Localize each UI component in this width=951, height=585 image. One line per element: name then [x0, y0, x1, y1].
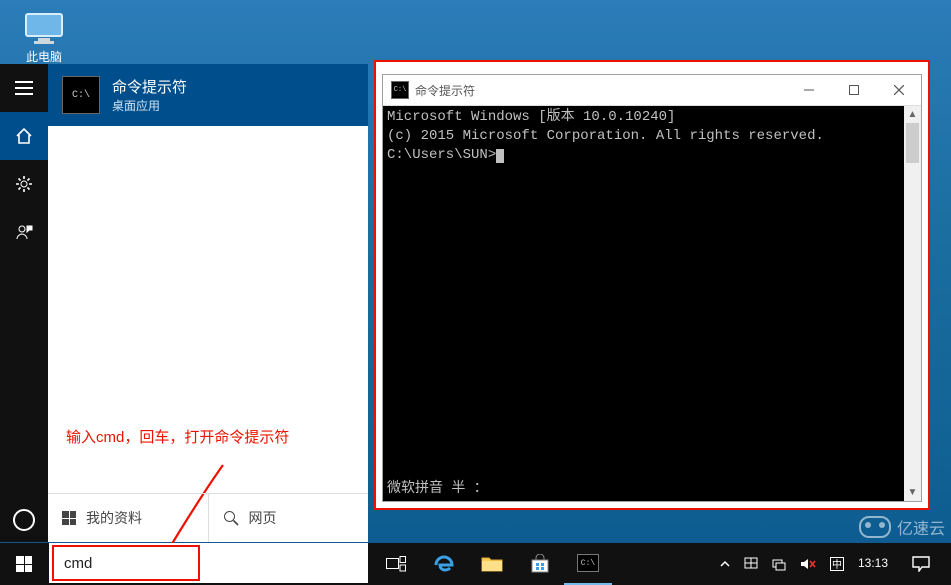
notification-icon: [912, 556, 930, 572]
search-input[interactable]: [62, 554, 190, 573]
tray-flag-icon[interactable]: [741, 543, 761, 585]
monitor-icon: [24, 12, 64, 46]
cmd-titlebar-icon: C:\: [391, 81, 409, 99]
result-app-name: 命令提示符: [112, 76, 187, 97]
watermark-text: 亿速云: [897, 515, 945, 539]
search-tab-web[interactable]: 网页: [209, 494, 369, 542]
cmd-scrollbar[interactable]: ▲ ▼: [904, 106, 921, 501]
tray-ime[interactable]: 中: [827, 543, 847, 585]
result-app-type: 桌面应用: [112, 97, 187, 114]
cortana-ring-icon: [13, 509, 35, 531]
search-panel-rail: [0, 64, 48, 542]
tray-clock[interactable]: 13:13: [855, 543, 891, 585]
desktop-icon-label: 此电脑: [16, 48, 72, 65]
tray-show-hidden[interactable]: [717, 543, 733, 585]
annotation-text: 输入cmd，回车，打开命令提示符: [66, 426, 289, 447]
cmd-line-copyright: (c) 2015 Microsoft Corporation. All righ…: [387, 127, 900, 146]
volume-mute-icon: [800, 557, 816, 571]
taskbar-store[interactable]: [516, 543, 564, 585]
maximize-button[interactable]: [831, 75, 876, 105]
desktop-icon-this-pc[interactable]: 此电脑: [16, 12, 72, 65]
ime-status: 微软拼音 半 ：: [387, 480, 488, 499]
cmd-title-text: 命令提示符: [415, 82, 475, 99]
network-icon: [772, 557, 786, 571]
cmd-icon: C:\: [62, 76, 100, 114]
cmd-titlebar[interactable]: C:\ 命令提示符: [383, 75, 921, 106]
cmd-line-version: Microsoft Windows [版本 10.0.10240]: [387, 108, 900, 127]
tab-label: 网页: [249, 508, 277, 528]
gear-icon: [15, 175, 33, 193]
hamburger-button[interactable]: [0, 64, 48, 112]
person-speech-icon: [15, 223, 33, 241]
taskbar-file-explorer[interactable]: [468, 543, 516, 585]
svg-text:中: 中: [832, 558, 842, 571]
watermark: 亿速云: [859, 515, 945, 539]
tray-network[interactable]: [769, 543, 789, 585]
cmd-window-highlight: C:\ 命令提示符 Microsoft Windows [版本 10.0.102…: [374, 60, 930, 510]
cmd-line-prompt: C:\Users\SUN>: [387, 146, 900, 165]
taskbar-cmd-running[interactable]: C:\: [564, 543, 612, 585]
scroll-track[interactable]: [904, 123, 921, 484]
edge-icon: [433, 553, 455, 575]
taskbar-edge[interactable]: [420, 543, 468, 585]
search-icon: [223, 510, 239, 526]
watermark-icon: [859, 516, 891, 538]
windows-icon: [16, 556, 32, 572]
windows-icon: [62, 511, 76, 525]
taskbar-search-box[interactable]: [52, 545, 200, 581]
chevron-up-icon: [720, 559, 730, 569]
scroll-thumb[interactable]: [906, 123, 919, 163]
cmd-window[interactable]: C:\ 命令提示符 Microsoft Windows [版本 10.0.102…: [382, 74, 922, 502]
scroll-up-button[interactable]: ▲: [904, 106, 921, 123]
cmd-output-area[interactable]: Microsoft Windows [版本 10.0.10240] (c) 20…: [383, 106, 904, 501]
cmd-icon: C:\: [577, 554, 599, 572]
tab-label: 我的资料: [86, 508, 142, 528]
store-icon: [530, 554, 550, 574]
scroll-down-button[interactable]: ▼: [904, 484, 921, 501]
task-view-icon: [386, 556, 406, 572]
settings-button[interactable]: [0, 160, 48, 208]
minimize-button[interactable]: [786, 75, 831, 105]
task-view-button[interactable]: [372, 543, 420, 585]
search-result-best-match[interactable]: C:\ 命令提示符 桌面应用: [48, 64, 368, 126]
folder-icon: [481, 555, 503, 573]
feedback-button[interactable]: [0, 208, 48, 256]
action-center-button[interactable]: [899, 543, 943, 585]
cortana-rail-button[interactable]: [0, 498, 48, 542]
home-button[interactable]: [0, 112, 48, 160]
system-tray: 中 13:13: [717, 543, 951, 585]
search-results-panel: C:\ 命令提示符 桌面应用 输入cmd，回车，打开命令提示符 我的资料 网页: [48, 64, 368, 542]
search-scope-tabs: 我的资料 网页: [48, 493, 368, 542]
close-button[interactable]: [876, 75, 921, 105]
security-icon: [744, 557, 758, 571]
start-button[interactable]: [0, 543, 48, 585]
ime-icon: 中: [830, 557, 844, 571]
search-tab-my-stuff[interactable]: 我的资料: [48, 494, 209, 542]
tray-volume[interactable]: [797, 543, 819, 585]
